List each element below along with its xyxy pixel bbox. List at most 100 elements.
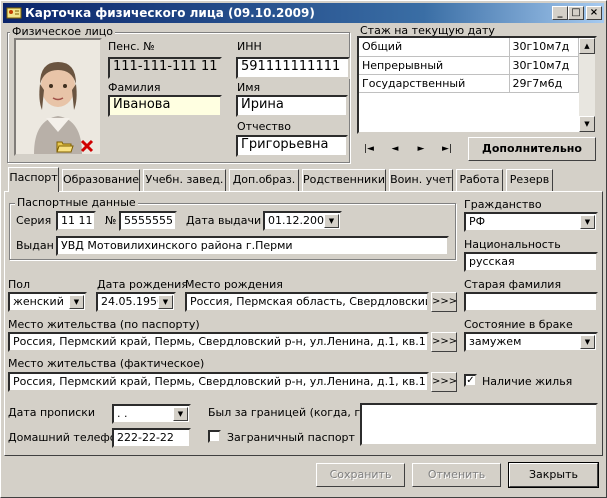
experience-type: Государственный — [359, 74, 510, 93]
issued-by-label: Выдан — [16, 239, 54, 252]
birth-place-field[interactable]: Россия, Пермская область, Свердловский, … — [185, 292, 429, 312]
app-icon — [6, 7, 22, 19]
experience-grid: Общий 30г10м7д Непрерывный 30г10м7д Госу… — [357, 36, 597, 134]
nationality-label: Национальность — [464, 238, 561, 251]
foreign-passport-checkbox[interactable] — [208, 430, 221, 443]
birth-place-more-button[interactable]: >>> — [431, 292, 457, 312]
issue-date-picker[interactable]: 01.12.2000 ▼ — [263, 211, 342, 231]
pens-number-field[interactable]: 111-111-111 11 — [108, 57, 222, 79]
birth-place-label: Место рождения — [185, 278, 283, 291]
registration-date-picker[interactable]: . . ▼ — [112, 404, 191, 424]
home-phone-label: Домашний телефон — [8, 431, 124, 444]
nav-first-icon[interactable]: |◄ — [359, 140, 379, 158]
save-button[interactable]: Сохранить — [316, 463, 405, 487]
gender-select[interactable]: женский ▼ — [8, 292, 87, 312]
window-title: Карточка физического лица (09.10.2009) — [25, 6, 315, 20]
gender-label: Пол — [8, 278, 31, 291]
dropdown-arrow-icon[interactable]: ▼ — [580, 215, 595, 229]
housing-checkbox[interactable]: ✓ — [464, 374, 477, 387]
nav-last-icon[interactable]: ►| — [437, 140, 457, 158]
tab-education[interactable]: Образование — [62, 169, 140, 191]
actual-address-field[interactable]: Россия, Пермский край, Пермь, Свердловск… — [8, 372, 429, 392]
birth-date-value: 24.05.1956 — [101, 295, 164, 308]
cancel-button[interactable]: Отменить — [412, 463, 501, 487]
patronymic-label: Отчество — [237, 120, 292, 133]
actual-address-label: Место жительства (фактическое) — [8, 357, 205, 370]
patronymic-field[interactable]: Григорьевна — [236, 135, 348, 157]
abroad-label: Был за границей (когда, где) — [208, 406, 379, 419]
marital-status-select[interactable]: замужем ▼ — [464, 332, 598, 352]
person-group-title: Физическое лицо — [10, 25, 115, 38]
citizenship-value: РФ — [469, 215, 486, 228]
issue-date-value: 01.12.2000 — [268, 214, 331, 227]
old-surname-label: Старая фамилия — [464, 278, 562, 291]
pens-label: Пенс. № — [108, 40, 155, 53]
tab-relatives[interactable]: Родственники — [302, 169, 386, 191]
registration-date-value: . . — [117, 407, 128, 420]
person-photo — [16, 40, 100, 154]
passport-number-field[interactable]: 5555555 — [119, 211, 177, 231]
dropdown-arrow-icon[interactable]: ▼ — [324, 214, 339, 228]
tab-reserve[interactable]: Резерв — [506, 169, 553, 191]
experience-scrollbar[interactable]: ▲ ▼ — [579, 38, 595, 132]
nav-prev-icon[interactable]: ◄ — [385, 140, 405, 158]
home-phone-field[interactable]: 222-22-22 — [112, 428, 191, 448]
experience-table: Общий 30г10м7д Непрерывный 30г10м7д Госу… — [359, 38, 579, 93]
nav-next-icon[interactable]: ► — [411, 140, 431, 158]
name-field[interactable]: Ирина — [236, 95, 348, 117]
experience-row[interactable]: Общий 30г10м7д — [359, 38, 579, 57]
title-bar[interactable]: Карточка физического лица (09.10.2009) _… — [3, 3, 604, 23]
maximize-button[interactable]: □ — [568, 6, 584, 20]
nationality-field[interactable]: русская — [464, 252, 598, 272]
open-folder-icon[interactable] — [56, 138, 74, 154]
issued-by-field[interactable]: УВД Мотовилихинского района г.Перми — [56, 236, 449, 256]
gender-value: женский — [13, 295, 64, 308]
tab-military[interactable]: Воин. учет — [389, 169, 453, 191]
number-label: № — [105, 214, 117, 227]
foreign-passport-label: Заграничный паспорт — [227, 431, 355, 444]
experience-type: Общий — [359, 38, 510, 57]
old-surname-field[interactable] — [464, 292, 598, 312]
inn-label: ИНН — [237, 40, 262, 53]
housing-label: Наличие жилья — [482, 375, 573, 388]
minimize-button[interactable]: _ — [552, 6, 568, 20]
delete-photo-icon[interactable] — [79, 138, 95, 154]
inn-field[interactable]: 591111111111 — [236, 57, 350, 79]
reg-address-field[interactable]: Россия, Пермский край, Пермь, Свердловск… — [8, 332, 429, 352]
close-window-button[interactable]: × — [586, 6, 602, 20]
experience-value: 30г10м7д — [509, 56, 579, 75]
close-button[interactable]: Закрыть — [508, 462, 599, 488]
dropdown-arrow-icon[interactable]: ▼ — [580, 335, 595, 349]
marital-status-label: Состояние в браке — [464, 318, 573, 331]
passport-group-title: Паспортные данные — [15, 196, 138, 209]
birth-date-picker[interactable]: 24.05.1956 ▼ — [96, 292, 176, 312]
dropdown-arrow-icon[interactable]: ▼ — [69, 295, 84, 309]
citizenship-select[interactable]: РФ ▼ — [464, 212, 598, 232]
scroll-down-arrow-icon[interactable]: ▼ — [579, 116, 595, 132]
surname-field[interactable]: Иванова — [108, 95, 222, 117]
experience-value: 29г7м6д — [509, 74, 579, 93]
abroad-field[interactable] — [360, 403, 598, 446]
experience-row[interactable]: Непрерывный 30г10м7д — [359, 56, 579, 75]
dropdown-arrow-icon[interactable]: ▼ — [173, 407, 188, 421]
scroll-up-arrow-icon[interactable]: ▲ — [579, 38, 595, 54]
registration-date-label: Дата прописки — [8, 406, 96, 419]
series-label: Серия — [16, 214, 52, 227]
experience-row[interactable]: Государственный 29г7м6д — [359, 74, 579, 93]
surname-label: Фамилия — [108, 81, 161, 94]
reg-address-more-button[interactable]: >>> — [431, 332, 457, 352]
marital-status-value: замужем — [469, 335, 522, 348]
experience-type: Непрерывный — [359, 56, 510, 75]
actual-address-more-button[interactable]: >>> — [431, 372, 457, 392]
birth-date-label: Дата рождения — [97, 278, 188, 291]
tab-passport[interactable]: Паспорт — [8, 167, 59, 192]
series-field[interactable]: 11 11 — [56, 211, 96, 231]
citizenship-label: Гражданство — [464, 198, 542, 211]
tab-work[interactable]: Работа — [456, 169, 503, 191]
additional-button[interactable]: Дополнительно — [468, 137, 596, 161]
tab-additional-education[interactable]: Доп.образ. — [229, 169, 299, 191]
name-label: Имя — [237, 81, 261, 94]
tab-institutions[interactable]: Учебн. завед. — [143, 169, 226, 191]
issue-date-label: Дата выдачи — [186, 214, 262, 227]
dropdown-arrow-icon[interactable]: ▼ — [158, 295, 173, 309]
